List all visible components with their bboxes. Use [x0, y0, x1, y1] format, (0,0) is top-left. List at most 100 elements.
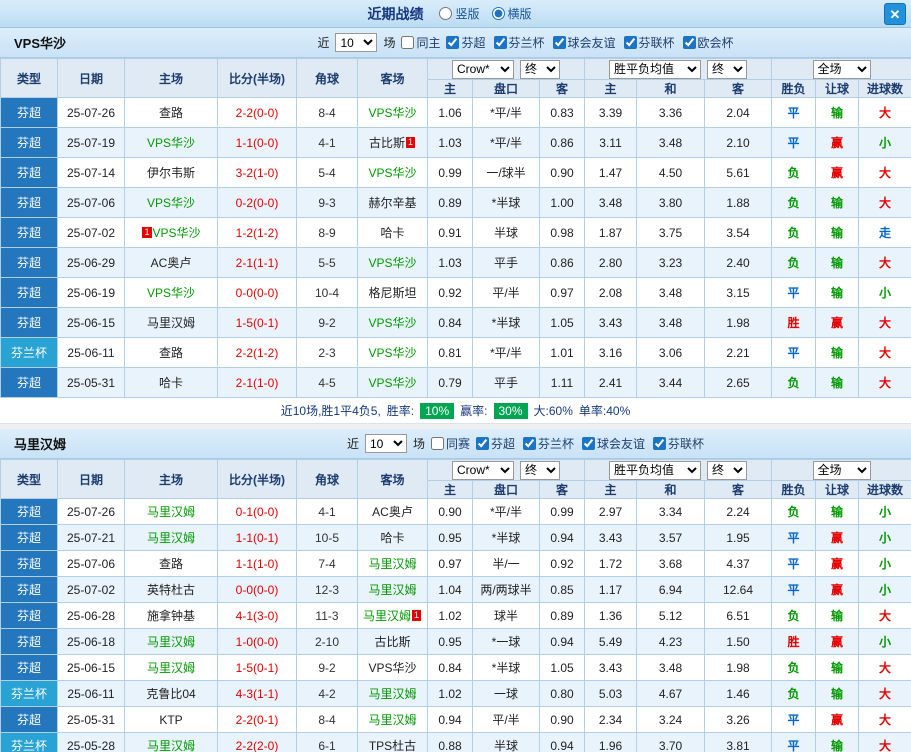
odds-home-cell: 0.79 — [427, 367, 473, 398]
league-filter[interactable]: 芬联杯 — [623, 34, 675, 51]
league-filter[interactable]: 芬兰杯 — [493, 34, 545, 51]
odds-final-select[interactable]: 终 — [520, 59, 560, 79]
league-checkbox[interactable] — [446, 36, 460, 49]
team-name: 查路 — [158, 106, 183, 120]
col-odds-away: 客 — [538, 79, 586, 98]
scope-filter[interactable]: 同主 — [401, 34, 440, 51]
col-avg-draw: 和 — [636, 480, 706, 499]
league-filter[interactable]: 芬超 — [475, 435, 515, 452]
result-wdl-cell: 平 — [771, 337, 817, 368]
bookmaker-select[interactable]: Crow* — [452, 59, 514, 79]
odds-handicap-cell: 平/半 — [472, 706, 540, 733]
team-name: VPS华沙 — [368, 256, 417, 270]
league-checkbox[interactable] — [682, 36, 696, 49]
col-result-goals: 进球数 — [858, 79, 911, 98]
avg-away-cell: 6.51 — [704, 602, 773, 629]
home-team-cell: 英特杜古 — [124, 576, 218, 603]
games-count-select[interactable]: 10 — [364, 434, 407, 453]
league-checkbox[interactable] — [475, 437, 489, 450]
team-name: VPS华沙 — [368, 106, 417, 120]
league-label: 芬兰杯 — [538, 437, 575, 451]
league-label: 芬超 — [490, 437, 515, 451]
league-checkbox[interactable] — [523, 437, 536, 450]
bookmaker-select[interactable]: Crow* — [452, 460, 514, 480]
team-name: TPS杜古 — [368, 739, 417, 752]
league-checkbox[interactable] — [582, 437, 596, 450]
odds-away-cell: 0.86 — [538, 247, 586, 278]
avg-type-select[interactable]: 胜平负均值 — [609, 460, 702, 480]
odds-handicap-cell: *半球 — [472, 187, 540, 218]
team-name: AC奥卢 — [372, 505, 413, 519]
match-row: 芬兰杯 25-05-28 马里汉姆 2-2(2-0) 6-1 TPS杜古 0.88 半球 0.9… — [0, 732, 911, 752]
league-label: 欧会杯 — [697, 36, 734, 50]
away-team-cell: 马里汉姆 — [357, 550, 428, 577]
odds-select-group: Crow* 终 — [426, 459, 586, 481]
col-avg-home: 主 — [584, 79, 638, 98]
league-filter[interactable]: 芬兰杯 — [523, 435, 574, 452]
away-team-cell: 马里汉姆 — [357, 680, 428, 707]
corners-cell: 11-3 — [296, 602, 358, 629]
layout-option-vertical[interactable]: 竖版 — [439, 5, 480, 22]
score-cell: 2-2(2-0) — [217, 732, 297, 752]
matches-tbody: 芬超 25-07-26 查路 2-2(0-0) 8-4 VPS华沙 1.06 *平/半 0.83… — [0, 97, 911, 398]
col-type: 类型 — [0, 58, 58, 98]
away-team-cell: VPS华沙 — [357, 337, 428, 368]
col-corners: 角球 — [296, 459, 358, 499]
result-wdl-cell: 平 — [771, 732, 817, 752]
avg-away-cell: 1.98 — [704, 307, 773, 338]
avg-draw-cell: 3.24 — [636, 706, 706, 733]
avg-type-select[interactable]: 胜平负均值 — [609, 59, 702, 79]
avg-draw-cell: 3.36 — [636, 97, 706, 128]
result-wdl-cell: 负 — [771, 498, 817, 525]
scope-checkbox[interactable] — [430, 437, 444, 450]
team-name: 哈卡 — [380, 226, 405, 240]
avg-home-cell: 2.80 — [584, 247, 638, 278]
league-checkbox[interactable] — [552, 36, 566, 49]
league-filter[interactable]: 欧会杯 — [682, 34, 734, 51]
score-cell: 3-2(1-0) — [217, 157, 297, 188]
home-team-cell: 施拿钟基 — [124, 602, 218, 629]
league-type-cell: 芬超 — [0, 524, 58, 551]
score-cell: 0-1(0-0) — [217, 498, 297, 525]
corners-cell: 5-5 — [296, 247, 358, 278]
layout-radio-vertical[interactable] — [439, 7, 453, 20]
scope-filter[interactable]: 同赛 — [430, 435, 470, 452]
close-icon[interactable]: ✕ — [884, 3, 906, 25]
avg-draw-cell: 6.94 — [636, 576, 706, 603]
layout-radio-horizontal[interactable] — [491, 7, 505, 20]
fulltime-select[interactable]: 全场 — [812, 59, 871, 79]
team-name: VPS华沙 — [368, 346, 417, 360]
odds-away-cell: 0.85 — [538, 576, 586, 603]
result-handicap-cell: 赢 — [815, 706, 860, 733]
league-filter[interactable]: 球会友谊 — [582, 435, 645, 452]
avg-final-select[interactable]: 终 — [707, 59, 748, 79]
odds-handicap-cell: *平/半 — [472, 498, 540, 525]
fulltime-select[interactable]: 全场 — [812, 460, 871, 480]
league-filter[interactable]: 球会友谊 — [552, 34, 616, 51]
league-filter[interactable]: 芬超 — [446, 34, 486, 51]
col-date: 日期 — [57, 58, 125, 98]
col-result-goals: 进球数 — [858, 480, 911, 499]
league-checkbox[interactable] — [623, 36, 637, 49]
layout-option-horizontal[interactable]: 横版 — [491, 5, 532, 22]
avg-draw-cell: 3.48 — [636, 127, 706, 158]
result-goals-cell: 走 — [858, 217, 911, 248]
result-handicap-cell: 赢 — [815, 550, 860, 577]
match-row: 芬超 25-07-14 伊尔韦斯 3-2(1-0) 5-4 VPS华沙 0.99 一/球半 0.… — [0, 157, 911, 188]
league-checkbox[interactable] — [493, 36, 507, 49]
corners-cell: 10-4 — [296, 277, 358, 308]
date-cell: 25-06-28 — [57, 602, 125, 629]
scope-checkbox[interactable] — [401, 36, 415, 49]
league-checkbox[interactable] — [653, 437, 667, 450]
avg-draw-cell: 3.23 — [636, 247, 706, 278]
corners-cell: 12-3 — [296, 576, 358, 603]
odds-final-select[interactable]: 终 — [520, 460, 560, 480]
away-team-cell: TPS杜古 — [357, 732, 428, 752]
avg-final-select[interactable]: 终 — [707, 460, 748, 480]
team-name: 马里汉姆 — [368, 713, 417, 727]
avg-home-cell: 1.36 — [584, 602, 638, 629]
league-filter[interactable]: 芬联杯 — [653, 435, 704, 452]
league-type-cell: 芬兰杯 — [0, 337, 58, 368]
games-count-select[interactable]: 10 — [335, 33, 378, 52]
avg-draw-cell: 4.50 — [636, 157, 706, 188]
